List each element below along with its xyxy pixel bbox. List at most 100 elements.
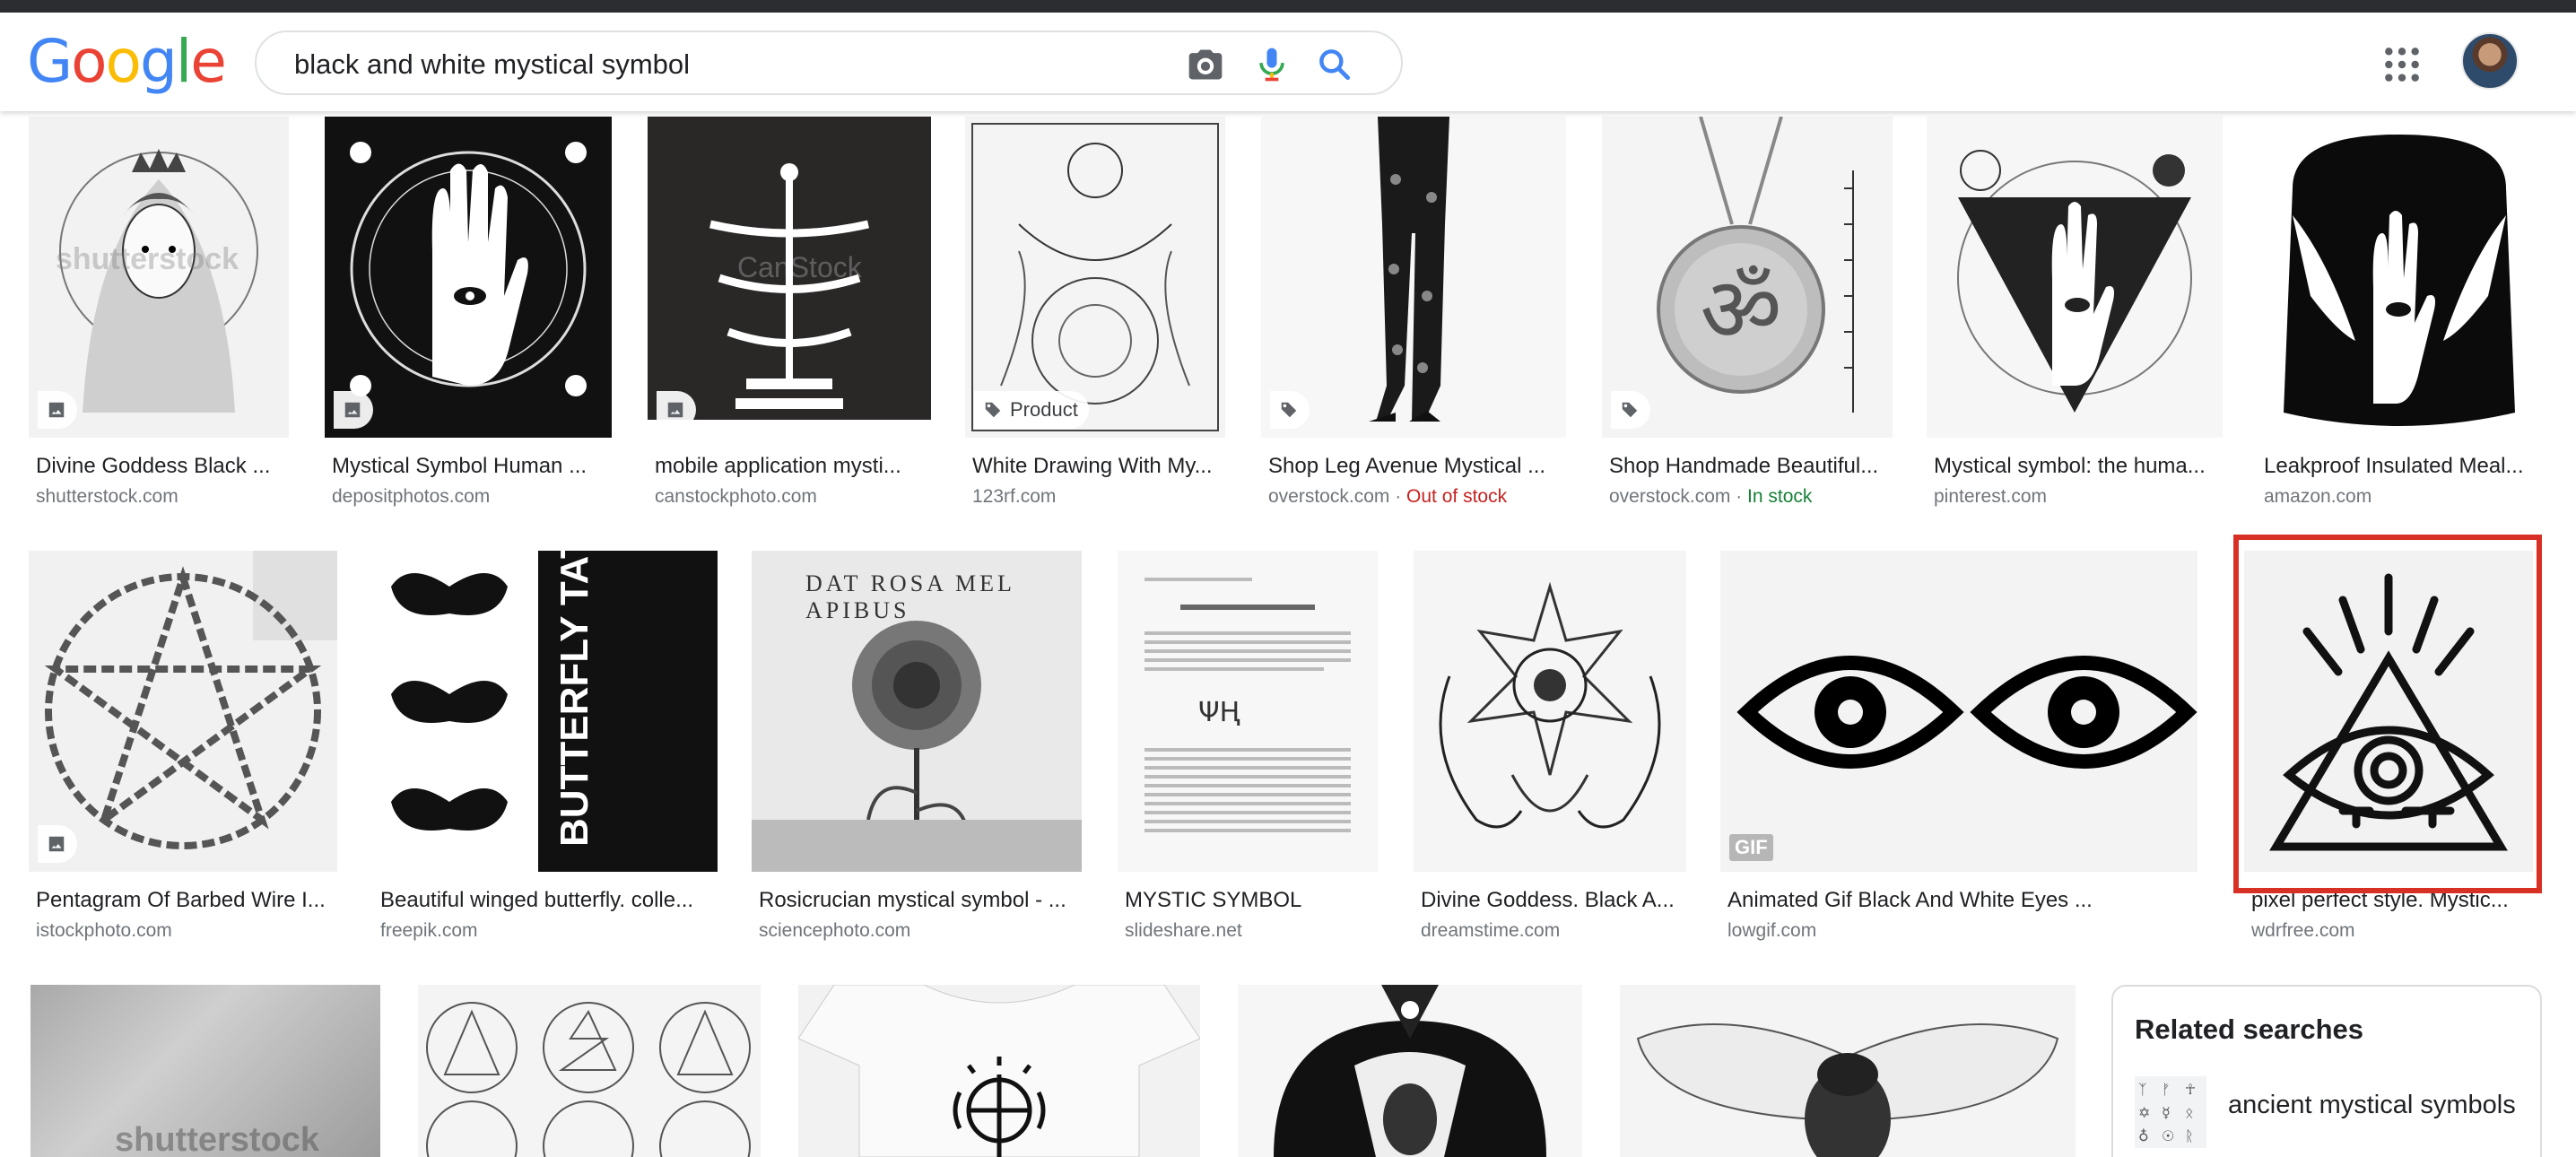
image-icon xyxy=(344,402,361,418)
related-searches-panel: Related searches ᛉ ᚠ ☥ ✡ ☿ ᛟ ♁ ☉ ᚱ ancient mys… xyxy=(2111,985,2542,1157)
result-source-line: overstock.com · In stock xyxy=(1609,486,1813,507)
result-source[interactable]: overstock.com xyxy=(1609,486,1730,507)
result-source[interactable]: overstock.com xyxy=(1268,486,1389,507)
account-avatar[interactable] xyxy=(2461,32,2519,90)
tag-icon xyxy=(1622,402,1638,418)
search-icon[interactable] xyxy=(1315,45,1354,84)
result-tile[interactable]: CanStock mobile application mysti... can… xyxy=(648,117,931,511)
result-thumbnail[interactable] xyxy=(2257,117,2542,438)
result-title[interactable]: Mystical Symbol Human ... xyxy=(332,454,610,479)
result-source[interactable]: istockphoto.com xyxy=(36,920,172,942)
apps-grid-icon[interactable] xyxy=(2382,45,2422,84)
svg-text:✡: ✡ xyxy=(2138,1104,2150,1121)
product-badge xyxy=(1611,391,1650,429)
result-thumbnail[interactable] xyxy=(325,117,612,438)
result-title[interactable]: Mystical symbol: the huma... xyxy=(1934,454,2221,479)
butterfly-tattoo-text: BUTTERFLY TATTOO xyxy=(553,551,596,847)
result-title[interactable]: MYSTIC SYMBOL xyxy=(1125,888,1376,913)
result-title[interactable]: White Drawing With My... xyxy=(972,454,1223,479)
result-tile[interactable]: Product White Drawing With My... 123rf.c… xyxy=(965,117,1225,511)
result-title[interactable]: Animated Gif Black And White Eyes ... xyxy=(1727,888,2176,913)
result-tile[interactable]: DAT ROSA MEL APIBUS Rosicrucian mystical… xyxy=(752,551,1082,945)
result-thumbnail[interactable]: shutterstock xyxy=(30,985,380,1157)
result-title[interactable]: Leakproof Insulated Meal... xyxy=(2264,454,2542,479)
result-source[interactable]: freepik.com xyxy=(380,920,478,942)
result-tile[interactable]: Mystical Symbol Human ... depositphotos.… xyxy=(325,117,612,511)
result-tile[interactable]: Pentagram Of Barbed Wire I... istockphot… xyxy=(29,551,337,945)
product-badge: Product xyxy=(974,391,1089,429)
gif-badge: GIF xyxy=(1729,834,1773,861)
result-tile[interactable] xyxy=(798,985,1200,1157)
result-tile[interactable]: Shop Leg Avenue Mystical ... overstock.c… xyxy=(1261,117,1566,511)
result-title[interactable]: Pentagram Of Barbed Wire I... xyxy=(36,888,337,913)
result-thumbnail[interactable] xyxy=(798,985,1200,1157)
result-thumbnail[interactable]: BUTTERFLY TATTOO xyxy=(373,551,718,872)
svg-text:☉: ☉ xyxy=(2162,1127,2174,1144)
svg-text:ᛉ: ᛉ xyxy=(2138,1081,2147,1098)
svg-text:ᛟ: ᛟ xyxy=(2185,1104,2194,1121)
result-tile[interactable]: BUTTERFLY TATTOO Beautiful winged butter… xyxy=(373,551,718,945)
result-tile[interactable]: shutterstock Divine Goddess Black ... sh… xyxy=(29,117,289,511)
svg-text:☥: ☥ xyxy=(2185,1081,2196,1098)
result-tile[interactable] xyxy=(1238,985,1582,1157)
result-tile[interactable]: GIF Animated Gif Black And White Eyes ..… xyxy=(1720,551,2197,945)
result-source[interactable]: shutterstock.com xyxy=(36,486,178,508)
result-title[interactable]: mobile application mysti... xyxy=(655,454,924,479)
search-box[interactable]: black and white mystical symbol xyxy=(255,30,1403,95)
selection-highlight xyxy=(2233,535,2542,893)
result-tile[interactable]: shutterstock xyxy=(30,985,380,1157)
result-tile[interactable]: ॐ Shop Handmade Beautiful... overstock.c… xyxy=(1602,117,1893,511)
result-source[interactable]: amazon.com xyxy=(2264,486,2371,508)
result-tile[interactable]: ΨҢ MYSTIC SYMBOL slideshare.net xyxy=(1118,551,1378,945)
result-title[interactable]: Shop Leg Avenue Mystical ... xyxy=(1268,454,1564,479)
result-tile[interactable]: Leakproof Insulated Meal... amazon.com xyxy=(2257,117,2542,511)
result-source[interactable]: pinterest.com xyxy=(1934,486,2047,508)
result-source-line: overstock.com · Out of stock xyxy=(1268,486,1508,507)
image-badge xyxy=(657,391,696,429)
result-title[interactable]: Divine Goddess Black ... xyxy=(36,454,287,479)
result-source[interactable]: slideshare.net xyxy=(1125,920,1242,942)
result-thumbnail[interactable] xyxy=(1620,985,2076,1157)
result-source[interactable]: wdrfree.com xyxy=(2251,920,2355,942)
result-title[interactable]: Beautiful winged butterfly. colle... xyxy=(380,888,718,913)
svg-text:ᚱ: ᚱ xyxy=(2185,1127,2194,1144)
camera-icon[interactable] xyxy=(1186,45,1225,84)
browser-top-strip xyxy=(0,0,2576,13)
rose-caption: DAT ROSA MEL APIBUS xyxy=(805,570,1014,623)
result-thumbnail[interactable]: ॐ xyxy=(1602,117,1893,438)
result-thumbnail[interactable] xyxy=(1414,551,1686,872)
result-title[interactable]: Rosicrucian mystical symbol - ... xyxy=(759,888,1082,913)
result-tile[interactable] xyxy=(1620,985,2076,1157)
result-source[interactable]: lowgif.com xyxy=(1727,920,1816,942)
result-source[interactable]: canstockphoto.com xyxy=(655,486,817,508)
result-tile[interactable]: Mystical symbol: the huma... pinterest.c… xyxy=(1927,117,2223,511)
result-thumbnail[interactable] xyxy=(29,551,337,872)
watermark: CanStock xyxy=(737,251,862,283)
result-thumbnail[interactable]: Product xyxy=(965,117,1225,438)
product-badge xyxy=(1270,391,1310,429)
image-icon xyxy=(48,402,65,418)
result-thumbnail[interactable]: ΨҢ xyxy=(1118,551,1378,872)
result-thumbnail[interactable]: CanStock xyxy=(648,117,931,438)
result-title[interactable]: Divine Goddess. Black A... xyxy=(1421,888,1686,913)
result-thumbnail[interactable] xyxy=(1261,117,1566,438)
result-tile[interactable] xyxy=(418,985,761,1157)
result-tile[interactable]: Divine Goddess. Black A... dreamstime.co… xyxy=(1414,551,1686,945)
result-thumbnail[interactable]: GIF xyxy=(1720,551,2197,872)
result-title[interactable]: Shop Handmade Beautiful... xyxy=(1609,454,1891,479)
google-logo[interactable]: Google xyxy=(27,32,227,91)
result-source[interactable]: depositphotos.com xyxy=(332,486,490,508)
search-input[interactable]: black and white mystical symbol xyxy=(294,48,690,81)
result-thumbnail[interactable] xyxy=(418,985,761,1157)
result-thumbnail[interactable] xyxy=(1238,985,1582,1157)
result-source[interactable]: dreamstime.com xyxy=(1421,920,1560,942)
result-thumbnail[interactable] xyxy=(1927,117,2223,438)
result-thumbnail[interactable]: shutterstock xyxy=(29,117,289,438)
result-source[interactable]: sciencephoto.com xyxy=(759,920,910,942)
image-badge xyxy=(38,825,77,863)
related-search-thumbnail[interactable]: ᛉ ᚠ ☥ ✡ ☿ ᛟ ♁ ☉ ᚱ xyxy=(2135,1076,2206,1148)
result-thumbnail[interactable]: DAT ROSA MEL APIBUS xyxy=(752,551,1082,872)
microphone-icon[interactable] xyxy=(1252,45,1292,84)
result-source[interactable]: 123rf.com xyxy=(972,486,1056,508)
related-search-label[interactable]: ancient mystical symbols xyxy=(2228,1091,2516,1120)
